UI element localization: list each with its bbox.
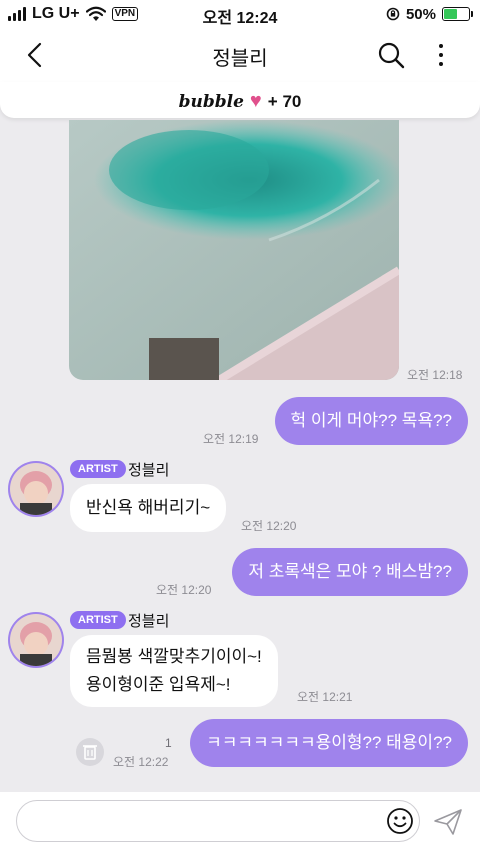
unread-count: 1: [165, 736, 172, 750]
message-line: 반신욕 해버리기~: [86, 498, 211, 517]
bubble-label: bubble: [178, 91, 244, 112]
search-icon[interactable]: [376, 40, 406, 70]
incoming-message[interactable]: 믐뭠뵹 색깔맞추기이이~! 용이형이준 입욕제~!: [70, 635, 278, 707]
sender-name: 정블리: [128, 462, 170, 479]
message-line: 믐뭠뵹 색깔맞추기이이~!: [86, 647, 262, 666]
avatar[interactable]: [8, 461, 64, 517]
message-time: 오전 12:20: [241, 519, 297, 533]
outgoing-message[interactable]: 헉 이게 머야?? 목욕??: [274, 397, 468, 445]
battery-fill: [444, 9, 457, 19]
page-title: 정블리: [212, 48, 268, 70]
message-time: 오전 12:18: [407, 368, 463, 382]
message-input-bar: [0, 792, 480, 854]
message-time: 오전 12:19: [203, 432, 259, 446]
status-right: 50%: [386, 4, 473, 24]
send-icon[interactable]: [432, 806, 464, 838]
message-line: 용이형이준 입욕제~!: [86, 675, 231, 694]
avatar-image: [10, 614, 62, 666]
photo-message[interactable]: [69, 120, 399, 380]
trash-icon[interactable]: [76, 738, 104, 766]
sender-name: 정블리: [128, 613, 170, 630]
emoji-icon[interactable]: [386, 807, 414, 835]
incoming-message[interactable]: 반신욕 해버리기~: [70, 484, 227, 532]
message-time: 오전 12:22: [113, 755, 169, 769]
avatar[interactable]: [8, 612, 64, 668]
trash-glyph: [83, 745, 97, 760]
orientation-lock-icon: [386, 7, 400, 21]
bath-photo-image: [69, 120, 399, 380]
status-bar: LG U+ VPN 오전 12:24 50%: [0, 0, 480, 28]
battery-percent: 50%: [405, 5, 436, 23]
more-vertical-icon[interactable]: [426, 40, 456, 70]
outgoing-message[interactable]: ㅋㅋㅋㅋㅋㅋㅋ용이형?? 태용이??: [190, 719, 468, 767]
bubble-count-bar: bubble ♥ + 70: [0, 82, 480, 118]
battery-icon: [442, 7, 473, 21]
message-time: 오전 12:21: [297, 690, 353, 704]
message-input[interactable]: [16, 800, 420, 842]
artist-badge: ARTIST: [70, 611, 126, 629]
heart-icon: ♥: [249, 90, 262, 112]
outgoing-message[interactable]: 저 초록색은 모야 ? 배스밤??: [232, 548, 468, 596]
chat-header: 정블리: [0, 28, 480, 82]
bubble-count: + 70: [267, 91, 302, 111]
message-time: 오전 12:20: [156, 583, 212, 597]
artist-badge: ARTIST: [70, 460, 126, 478]
avatar-image: [10, 463, 62, 515]
